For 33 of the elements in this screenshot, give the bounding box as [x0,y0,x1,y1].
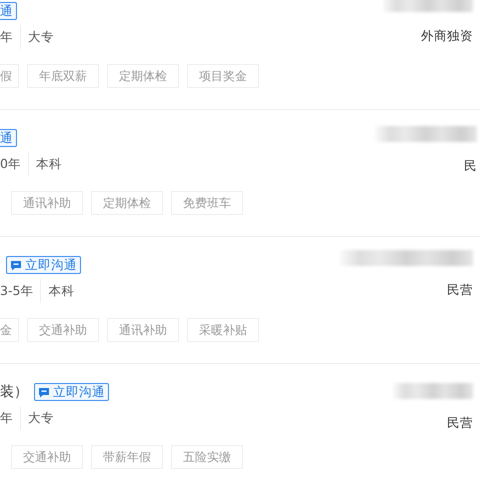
chat-button[interactable]: 通 [0,2,17,20]
benefit-tag: 带薪年假 [91,445,163,469]
experience-text: 3-5年 [0,282,34,300]
benefit-tag: 采暖补贴 [187,318,259,342]
chat-button[interactable]: 立即沟通 [34,383,109,401]
company-type: 民营 [447,282,473,299]
benefit-tag: 定期体检 [107,64,179,88]
chat-button[interactable]: 立即沟通 [6,256,81,274]
job-title: 装） [0,383,28,401]
benefit-tag: 交通补助 [11,445,83,469]
chat-button[interactable]: 通 [0,129,17,147]
company-type: 民营 [447,415,473,432]
benefit-tag: 通讯补助 [11,191,83,215]
benefit-tag: 定期体检 [91,191,163,215]
education-text: 大专 [28,28,54,46]
company-type: 民 [464,158,477,175]
chat-icon [10,260,22,270]
education-text: 大专 [28,410,54,426]
experience-text: 0年 [0,156,21,172]
chat-icon [38,386,50,398]
benefit-tag: 五险实缴 [171,445,243,469]
benefit-tag: 年底双薪 [27,64,99,88]
education-text: 本科 [48,282,74,300]
benefit-tag: 假 [0,64,19,88]
company-type: 外商独资 [421,28,473,45]
education-text: 本科 [36,156,62,172]
benefit-tag: 项目奖金 [187,64,259,88]
benefit-tag: 金 [0,318,19,342]
benefit-tag: 通讯补助 [107,318,179,342]
benefit-tag: 交通补助 [27,318,99,342]
benefit-tag: 免费班车 [171,191,243,215]
experience-text: 年 [0,410,13,426]
experience-text: 年 [0,28,13,46]
